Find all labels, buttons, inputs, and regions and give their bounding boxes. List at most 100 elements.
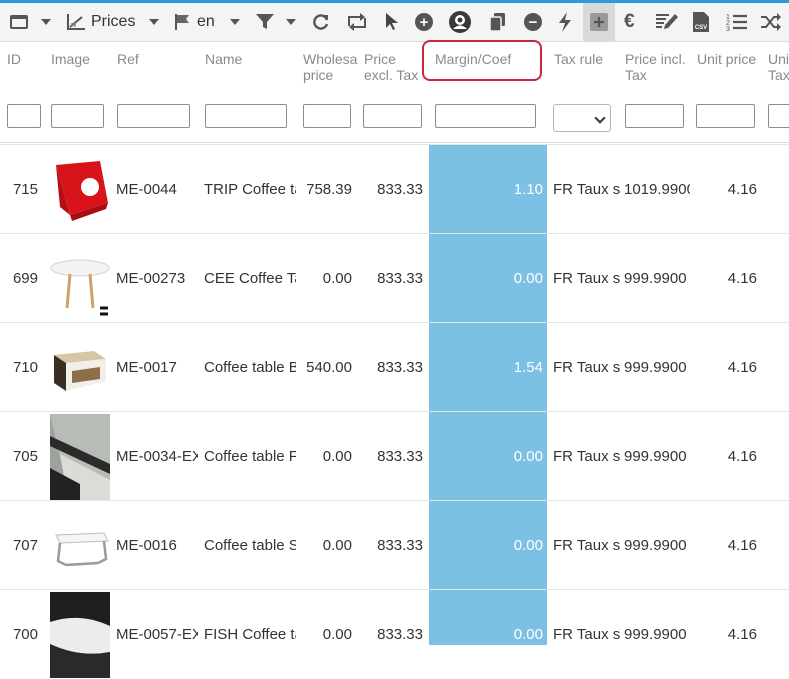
- add-square-icon[interactable]: [583, 3, 615, 41]
- euro-icon[interactable]: €: [624, 3, 635, 41]
- header-ref[interactable]: Ref: [117, 51, 139, 67]
- refresh-icon[interactable]: [311, 3, 331, 41]
- add-icon[interactable]: +: [415, 3, 433, 41]
- cell-ref: ME-00273: [116, 269, 186, 287]
- header-unit-price[interactable]: Unit price: [697, 51, 763, 67]
- filter-input-image[interactable]: [51, 104, 104, 128]
- cell-margin[interactable]: 0.00: [429, 501, 543, 589]
- filter-input-unit-price[interactable]: [696, 104, 755, 128]
- cell-tax-rule: FR Taux standard: [553, 358, 620, 376]
- cell-margin[interactable]: 1.10: [429, 145, 543, 233]
- cell-name: CEE Coffee Table: [204, 269, 296, 287]
- product-image[interactable]: [50, 325, 110, 411]
- flag-icon: [174, 13, 192, 31]
- cell-ref: ME-0034-EX: [116, 447, 198, 465]
- language-selector[interactable]: en: [174, 3, 215, 41]
- cell-price-incl: 999.9900: [624, 625, 687, 643]
- table-row[interactable]: 699 ME-00273 CEE Coffee Table 0.00 833.3…: [0, 233, 789, 323]
- cell-price-excl: 833.33: [377, 180, 423, 198]
- cell-id: 700: [12, 625, 38, 643]
- header-price-incl-tax[interactable]: Price incl. Tax: [625, 51, 695, 83]
- cell-id: 715: [12, 180, 38, 198]
- cell-ref: ME-0044: [116, 180, 177, 198]
- cell-unit-price: 4.16: [727, 625, 757, 643]
- cell-price-excl: 833.33: [377, 358, 423, 376]
- table-row[interactable]: 700 ME-0057-EX FISH Coffee table 0.00 83…: [0, 589, 789, 679]
- chevron-down-icon: [594, 112, 606, 124]
- cell-price-incl: 999.9900: [624, 269, 687, 287]
- filter-input-wholesale[interactable]: [303, 104, 351, 128]
- product-image[interactable]: [50, 236, 110, 322]
- cell-tax-rule: FR Taux standard: [553, 625, 620, 643]
- cell-margin[interactable]: 0.00: [429, 412, 543, 500]
- swap-icon[interactable]: [345, 3, 369, 41]
- window-icon[interactable]: [9, 3, 29, 41]
- table-row[interactable]: 707 ME-0016 Coffee table S 0.00 833.33 0…: [0, 500, 789, 590]
- cell-id: 707: [12, 536, 38, 554]
- table-row[interactable]: 710 ME-0017 Coffee table B 540.00 833.33…: [0, 322, 789, 412]
- cell-price-excl: 833.33: [377, 447, 423, 465]
- cell-ref: ME-0017: [116, 358, 177, 376]
- view-selector[interactable]: Prices: [66, 3, 135, 41]
- svg-text:CSV: CSV: [695, 25, 707, 31]
- cell-margin[interactable]: 1.54: [429, 323, 543, 411]
- cell-margin[interactable]: 0.00: [429, 234, 543, 322]
- filter-select-tax-rule[interactable]: [553, 104, 611, 132]
- product-image[interactable]: [50, 414, 110, 500]
- chevron-down-icon[interactable]: [149, 3, 159, 41]
- header-name[interactable]: Name: [205, 51, 242, 67]
- csv-icon[interactable]: CSV: [692, 3, 710, 41]
- filter-input-ref[interactable]: [117, 104, 190, 128]
- filter-input-margin[interactable]: [435, 104, 536, 128]
- cell-price-excl: 833.33: [377, 536, 423, 554]
- avatar-icon[interactable]: [448, 3, 472, 41]
- quick-edit-icon[interactable]: [655, 3, 679, 41]
- lang-label: en: [197, 13, 215, 30]
- header-wholesale-price[interactable]: Wholesale price: [303, 51, 358, 83]
- product-image[interactable]: [50, 147, 110, 233]
- product-image[interactable]: [50, 592, 110, 678]
- copy-icon[interactable]: [489, 3, 507, 41]
- cell-price-incl: 999.9900: [624, 358, 687, 376]
- cell-unit-price: 4.16: [727, 536, 757, 554]
- filter-input-unit-tax[interactable]: [768, 104, 789, 128]
- cell-wholesale: 758.39: [306, 180, 352, 198]
- cell-price-incl: 999.9900: [624, 536, 687, 554]
- cell-tax-rule: FR Taux standard: [553, 536, 620, 554]
- ordered-list-icon[interactable]: 123: [726, 3, 748, 41]
- chevron-down-icon[interactable]: [230, 3, 240, 41]
- cell-ref: ME-0057-EX: [116, 625, 198, 643]
- cell-name: TRIP Coffee table: [204, 180, 296, 198]
- bolt-icon[interactable]: [557, 3, 573, 41]
- cell-tax-rule: FR Taux standard: [553, 180, 620, 198]
- header-id[interactable]: ID: [7, 51, 21, 67]
- shuffle-icon[interactable]: [760, 3, 782, 41]
- cell-price-excl: 833.33: [377, 625, 423, 643]
- filter-icon[interactable]: [255, 3, 275, 41]
- cell-unit-price: 4.16: [727, 358, 757, 376]
- margin-coef-highlight: [422, 40, 542, 81]
- cell-wholesale: 0.00: [322, 625, 352, 643]
- header-tax-rule[interactable]: Tax rule: [554, 51, 603, 67]
- table-row[interactable]: 705 ME-0034-EX Coffee table F 0.00 833.3…: [0, 411, 789, 501]
- cursor-icon[interactable]: [384, 3, 400, 41]
- filter-input-price-incl[interactable]: [625, 104, 684, 128]
- svg-text:3: 3: [726, 26, 730, 32]
- view-label: Prices: [91, 13, 136, 30]
- cell-tax-rule: FR Taux standard: [553, 269, 620, 287]
- filter-input-name[interactable]: [205, 104, 287, 128]
- chevron-down-icon[interactable]: [286, 3, 296, 41]
- cell-id: 699: [12, 269, 38, 287]
- chevron-down-icon[interactable]: [41, 3, 51, 41]
- table-row[interactable]: 715 ME-0044 TRIP Coffee table 758.39 833…: [0, 144, 789, 234]
- cell-margin[interactable]: 0.00: [429, 590, 543, 678]
- product-image[interactable]: [50, 503, 110, 589]
- cell-id: 710: [12, 358, 38, 376]
- toolbar: Prices en + − € CSV 123: [0, 3, 789, 42]
- header-price-excl-tax[interactable]: Price excl. Tax: [364, 51, 426, 83]
- filter-input-price-excl[interactable]: [363, 104, 422, 128]
- header-image[interactable]: Image: [51, 51, 90, 67]
- filter-input-id[interactable]: [7, 104, 41, 128]
- remove-icon[interactable]: −: [524, 3, 542, 41]
- header-unit-tax[interactable]: Unit Tax: [768, 51, 789, 83]
